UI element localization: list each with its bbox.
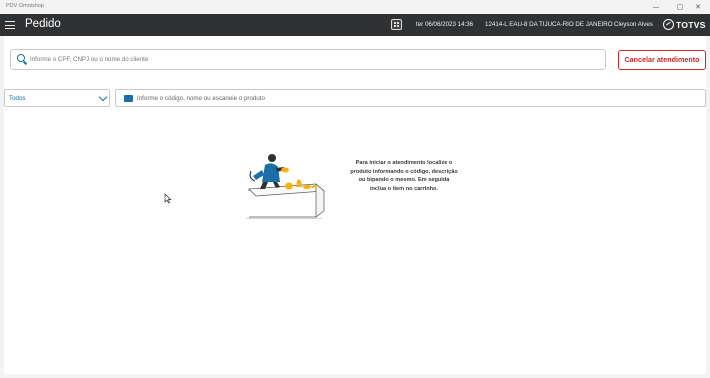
app-header: Pedido ter 06/06/2023 14:36 12414-L EAU-… [0,14,710,36]
product-search-placeholder: Informe o código, nome ou escaneie o pro… [137,95,265,102]
product-filter-select[interactable]: Todos [4,89,110,107]
totvs-logo-icon [663,19,674,30]
hamburger-icon[interactable] [5,18,17,32]
brand-name: TOTVS [676,20,706,30]
client-search-placeholder: Informe o CPF, CNPJ ou o nome do cliente [30,56,149,63]
datetime-label: ter 06/06/2023 14:36 [416,21,474,28]
filter-selected-value: Todos [9,95,26,102]
cancel-attendance-button[interactable]: Cancelar atendimento [618,50,706,70]
client-search-input[interactable]: Informe o CPF, CNPJ ou o nome do cliente [10,49,606,70]
restore-button[interactable]: ▢ [670,1,690,13]
close-button[interactable]: ✕ [688,1,708,13]
store-label: 12414-L EAU-8 DA TIJUCA-RIO DE JANEIRO [485,21,613,28]
chevron-down-icon [98,92,108,102]
mouse-pointer-icon [164,193,172,204]
main-panel [4,36,706,374]
page-title: Pedido [25,18,61,30]
calculator-icon[interactable] [391,19,402,30]
product-search-input[interactable]: Informe o código, nome ou escaneie o pro… [115,89,706,107]
window-title: PDV Omnishop [6,3,44,9]
minimize-button[interactable]: — [646,1,666,13]
search-icon [17,54,27,65]
window-titlebar: PDV Omnishop — ▢ ✕ [0,0,710,14]
user-name[interactable]: Cleyson Alves [614,21,653,28]
barcode-icon [124,95,133,102]
app-window: PDV Omnishop — ▢ ✕ Pedido ter 06/06/2023… [0,0,710,378]
empty-state-message: Para iniciar o atendimento localize o pr… [350,160,458,192]
empty-cart-illustration [246,154,325,219]
